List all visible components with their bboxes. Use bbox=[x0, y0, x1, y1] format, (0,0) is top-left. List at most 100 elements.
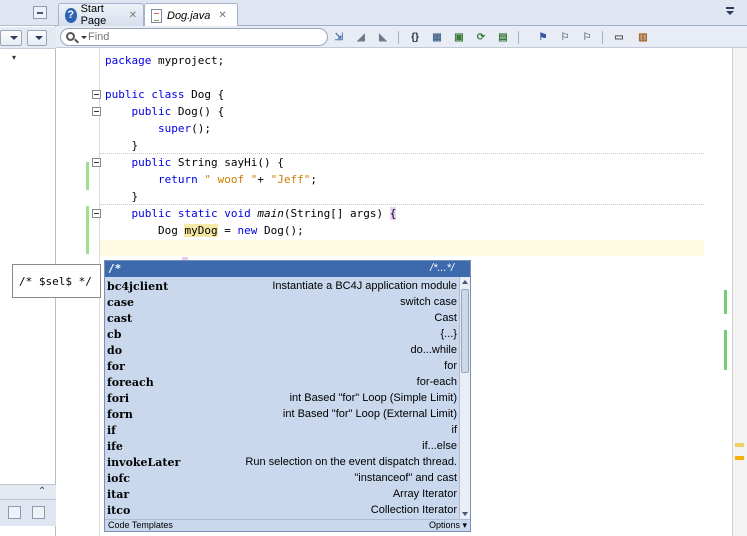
refresh-icon[interactable]: ⟳ bbox=[473, 30, 489, 44]
completion-description: for-each bbox=[416, 376, 457, 388]
completion-item[interactable]: iofc "instanceof" and cast bbox=[105, 471, 459, 487]
block-icon[interactable]: ▦ bbox=[429, 30, 445, 44]
completion-footer-title: Code Templates bbox=[108, 520, 173, 530]
completion-item[interactable]: case switch case bbox=[105, 295, 459, 311]
warning-stripe-mark[interactable] bbox=[735, 456, 744, 460]
completion-list[interactable]: bc4jclient Instantiate a BC4J application… bbox=[105, 279, 459, 519]
tab-list-button[interactable] bbox=[722, 7, 742, 21]
completion-keyword: cb bbox=[107, 328, 122, 341]
comment-icon[interactable]: ▤ bbox=[495, 30, 511, 44]
surround-icon[interactable]: ▣ bbox=[451, 30, 467, 44]
completion-item[interactable]: itco Collection Iterator bbox=[105, 503, 459, 519]
code-completion-popup: /* /*...*/ bc4jclient Instantiate a BC4J … bbox=[104, 260, 471, 532]
completion-description: Run selection on the event dispatch thre… bbox=[245, 456, 457, 468]
prev-occurrence-icon[interactable]: ◢ bbox=[353, 30, 369, 44]
reformat-icon[interactable]: {} bbox=[407, 30, 423, 44]
template-icon[interactable]: ▭ bbox=[611, 30, 627, 44]
code-line: public class Dog { bbox=[105, 88, 225, 101]
current-line-highlight bbox=[100, 240, 704, 256]
code-line: public Dog() { bbox=[105, 105, 225, 118]
completion-keyword: do bbox=[107, 344, 123, 357]
code-line: package myproject; bbox=[105, 54, 225, 67]
double-chevron-up-icon: ⌃ bbox=[38, 486, 47, 497]
completion-item[interactable]: do do...while bbox=[105, 343, 459, 359]
close-icon[interactable]: ✕ bbox=[218, 10, 226, 21]
find-usages-icon[interactable]: ⇲ bbox=[331, 30, 347, 44]
completion-description: {...} bbox=[440, 328, 457, 340]
completion-keyword: cast bbox=[107, 312, 133, 325]
code-line: Dog myDog = new Dog(); bbox=[105, 224, 304, 237]
code-line: public String sayHi() { bbox=[105, 156, 284, 169]
java-file-icon bbox=[151, 8, 162, 23]
options-button[interactable]: Options ▾ bbox=[429, 520, 467, 531]
navigator-filter[interactable]: ▾ bbox=[0, 50, 56, 66]
completion-description: int Based "for" Loop (Simple Limit) bbox=[289, 392, 457, 404]
completion-keyword: foreach bbox=[107, 376, 154, 389]
completion-item[interactable]: fori int Based "for" Loop (Simple Limit) bbox=[105, 391, 459, 407]
code-line: public static void main(String[] args) { bbox=[105, 207, 397, 220]
help-icon: ? bbox=[65, 7, 77, 23]
scroll-down-icon[interactable] bbox=[462, 512, 468, 516]
completion-keyword: case bbox=[107, 296, 135, 309]
completion-item[interactable]: if if bbox=[105, 423, 459, 439]
tab-start-page[interactable]: ? Start Page ✕ bbox=[58, 3, 144, 27]
change-marker bbox=[86, 206, 89, 254]
completion-keyword: forn bbox=[107, 408, 133, 421]
fold-icon[interactable] bbox=[92, 90, 101, 99]
restore-panel-button[interactable] bbox=[8, 506, 21, 519]
completion-keyword: if bbox=[107, 424, 116, 437]
completion-item[interactable]: invokeLater Run selection on the event di… bbox=[105, 455, 459, 471]
completion-description: Collection Iterator bbox=[370, 504, 457, 516]
navigator-header bbox=[0, 0, 56, 26]
change-marker bbox=[86, 162, 89, 190]
chevron-down-icon bbox=[726, 11, 734, 15]
scroll-thumb[interactable] bbox=[461, 289, 469, 373]
chevron-down-icon bbox=[10, 36, 18, 40]
completion-description: if bbox=[451, 424, 458, 436]
tab-dog-java[interactable]: Dog.java ✕ bbox=[144, 3, 238, 27]
navigator-dropdown-button[interactable] bbox=[27, 30, 47, 46]
completion-item[interactable]: for for bbox=[105, 359, 459, 375]
minimize-panel-button[interactable] bbox=[33, 6, 47, 19]
code-line: return " woof "+ "Jeff"; bbox=[105, 173, 317, 186]
completion-scrollbar[interactable] bbox=[459, 277, 470, 519]
navigator-combo[interactable] bbox=[0, 30, 22, 46]
completion-item[interactable]: foreach for-each bbox=[105, 375, 459, 391]
completion-item[interactable]: cast Cast bbox=[105, 311, 459, 327]
minimize-structure-button[interactable] bbox=[32, 506, 45, 519]
tab-label: Start Page bbox=[80, 3, 107, 27]
completion-item[interactable]: cb {...} bbox=[105, 327, 459, 343]
fold-icon[interactable] bbox=[92, 107, 101, 116]
completion-description: Array Iterator bbox=[392, 488, 457, 500]
completion-item[interactable]: itar Array Iterator bbox=[105, 487, 459, 503]
completion-keyword: ife bbox=[107, 440, 123, 453]
completion-description: do...while bbox=[410, 344, 457, 356]
code-line: } bbox=[105, 139, 139, 152]
change-stripe-mark[interactable] bbox=[724, 290, 727, 314]
find-input[interactable] bbox=[88, 30, 318, 44]
completion-item[interactable]: bc4jclient Instantiate a BC4J application… bbox=[105, 279, 459, 295]
next-occurrence-icon[interactable]: ◣ bbox=[375, 30, 391, 44]
template-preview-tooltip: /* $sel$ */ bbox=[12, 264, 101, 298]
completion-header: /* /*...*/ bbox=[105, 261, 470, 277]
navigator-toolbar bbox=[0, 27, 56, 49]
code-line: } bbox=[105, 190, 139, 203]
structure-header bbox=[0, 500, 56, 526]
completion-item[interactable]: ife if...else bbox=[105, 439, 459, 455]
prev-bookmark-icon[interactable]: ⚐ bbox=[557, 30, 573, 44]
fold-icon[interactable] bbox=[92, 158, 101, 167]
structure-collapse-bar[interactable]: ⌃ bbox=[0, 484, 56, 500]
completion-description: int Based "for" Loop (External Limit) bbox=[282, 408, 457, 420]
close-icon[interactable]: ✕ bbox=[129, 10, 137, 21]
code-line: super(); bbox=[157, 122, 211, 135]
change-stripe-mark[interactable] bbox=[724, 330, 727, 370]
warning-stripe-mark[interactable] bbox=[735, 443, 744, 447]
scroll-up-icon[interactable] bbox=[462, 280, 468, 284]
breakpoint-icon[interactable]: ▥ bbox=[635, 30, 651, 44]
find-field[interactable] bbox=[60, 28, 328, 46]
next-bookmark-icon[interactable]: ⚐ bbox=[579, 30, 595, 44]
fold-icon[interactable] bbox=[92, 209, 101, 218]
bookmark-icon[interactable]: ⚑ bbox=[535, 30, 551, 44]
error-stripe[interactable] bbox=[732, 48, 747, 536]
completion-item[interactable]: forn int Based "for" Loop (External Limit… bbox=[105, 407, 459, 423]
